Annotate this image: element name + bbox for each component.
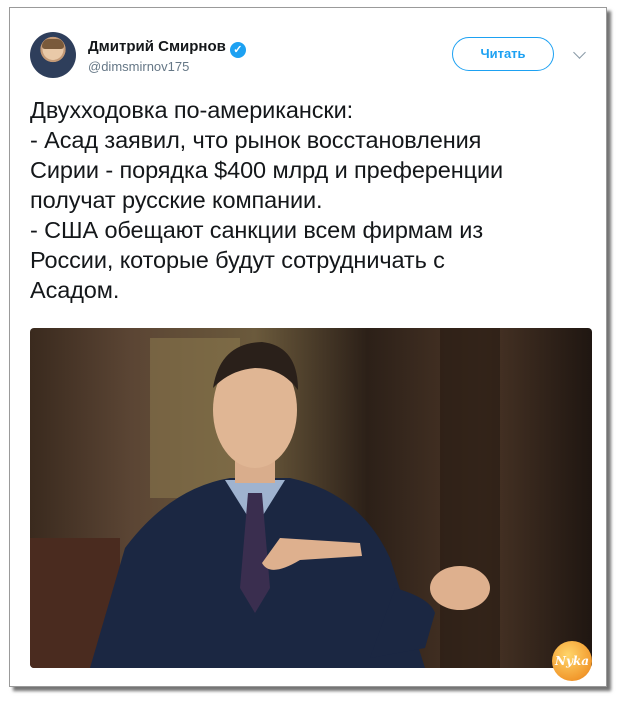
chevron-down-icon[interactable] (573, 46, 586, 59)
watermark-logo: Nyka (552, 641, 592, 681)
photo-bg-panel (440, 328, 500, 668)
follow-button[interactable]: Читать (452, 37, 554, 71)
avatar-hair (42, 39, 64, 49)
tweet-photo[interactable] (30, 328, 592, 668)
author-name[interactable]: Дмитрий Смирнов ✓ (88, 38, 246, 58)
photo-illustration (30, 328, 500, 668)
tweet-card: Дмитрий Смирнов ✓ @dimsmirnov175 Читать Д… (9, 7, 607, 687)
photo-hand-open (430, 566, 490, 610)
tweet-text: Двухходовка по-американски: - Асад заяви… (30, 97, 504, 303)
author-name-text[interactable]: Дмитрий Смирнов (88, 38, 226, 55)
verified-badge-icon: ✓ (229, 42, 246, 58)
author-handle[interactable]: @dimsmirnov175 (88, 59, 189, 74)
avatar[interactable] (30, 32, 76, 78)
